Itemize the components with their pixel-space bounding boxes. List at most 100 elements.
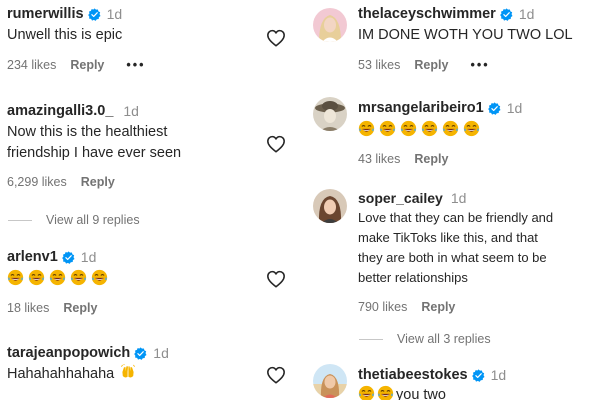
reply-button[interactable]: Reply <box>70 58 104 72</box>
comment-text-line: better relationships <box>358 270 468 285</box>
comment-username[interactable]: thelaceyschwimmer <box>358 6 496 22</box>
avatar[interactable] <box>313 189 347 223</box>
comment-username[interactable]: arlenv1 <box>7 249 58 265</box>
right-comment-column: thelaceyschwimmer 1d IM DONE WOTH YOU TW… <box>300 0 600 400</box>
comment-meta: 234 likes Reply ••• <box>7 58 146 72</box>
avatar[interactable] <box>313 364 347 398</box>
comment-timestamp: 1d <box>506 100 523 116</box>
comment-username[interactable]: amazingalli3.0_ <box>7 103 113 119</box>
avatar-soper_cailey-icon <box>313 189 347 223</box>
reply-button[interactable]: Reply <box>414 58 448 72</box>
comment-username[interactable]: soper_cailey <box>358 190 443 206</box>
view-replies-label: View all 9 replies <box>46 213 140 227</box>
comment-header: mrsangelaribeiro1 1d <box>358 100 522 116</box>
comment-amazingalli: amazingalli3.0_ 1d Now this is the healt… <box>7 103 181 189</box>
comment-thetiabeestokes: thetiabeestokes 1d you two <box>358 367 506 400</box>
comment-header: tarajeanpopowich 1d <box>7 345 169 361</box>
comment-likes[interactable]: 53 likes <box>358 58 400 72</box>
comment-likes[interactable]: 18 likes <box>7 301 49 315</box>
heart-icon[interactable] <box>266 135 286 153</box>
comment-header: thelaceyschwimmer 1d <box>358 6 573 22</box>
comment-timestamp: 1d <box>80 249 97 265</box>
laughing-emoji-icon <box>70 269 87 286</box>
reply-button[interactable]: Reply <box>63 301 97 315</box>
comment-mrsangelaribeiro1: mrsangelaribeiro1 1d 43 likes Reply <box>358 100 522 166</box>
comment-username[interactable]: mrsangelaribeiro1 <box>358 100 484 116</box>
comment-likes[interactable]: 6,299 likes <box>7 175 67 189</box>
more-options-icon[interactable]: ••• <box>470 58 489 72</box>
comment-thelaceyschwimmer: thelaceyschwimmer 1d IM DONE WOTH YOU TW… <box>358 6 573 72</box>
comment-text-line: friendship I have ever seen <box>7 145 182 161</box>
avatar[interactable] <box>313 8 347 42</box>
comment-meta: 53 likes Reply ••• <box>358 58 573 72</box>
laughing-emoji-icon <box>421 120 438 137</box>
verified-badge-icon <box>488 102 501 115</box>
comment-timestamp: 1d <box>450 190 467 206</box>
reply-button[interactable]: Reply <box>414 152 448 166</box>
verified-badge-icon <box>62 251 75 264</box>
comment-timestamp: 1d <box>123 103 139 119</box>
reply-thread-line <box>8 219 32 221</box>
avatar-thetiabeestokes-icon <box>313 364 347 398</box>
comment-emoji-row <box>7 269 119 289</box>
laughing-emoji-icon <box>379 120 396 137</box>
comment-rumerwillis: rumerwillis 1d Unwell this is epic 234 l… <box>7 6 146 72</box>
comment-text: Unwell this is epic <box>7 27 123 43</box>
comment-meta: 43 likes Reply <box>358 152 522 166</box>
comment-header: soper_cailey 1d <box>358 190 553 206</box>
raised-hands-emoji-icon <box>120 364 136 380</box>
view-replies-button[interactable]: View all 9 replies <box>8 213 140 227</box>
comment-header: amazingalli3.0_ 1d <box>7 103 181 119</box>
comment-text-line: make TikToks like this, and that <box>358 230 538 245</box>
verified-badge-icon <box>134 347 147 360</box>
left-comment-column: rumerwillis 1d Unwell this is epic 234 l… <box>0 0 300 400</box>
reply-button[interactable]: Reply <box>81 175 115 189</box>
heart-icon[interactable] <box>266 270 286 288</box>
more-options-icon[interactable]: ••• <box>126 58 145 72</box>
comment-text-line: they are both in what seem to be <box>358 250 547 265</box>
reply-button[interactable]: Reply <box>421 300 455 314</box>
comment-text: IM DONE WOTH YOU TWO LOL <box>358 27 573 43</box>
comment-header: arlenv1 1d <box>7 249 119 265</box>
comment-meta: 18 likes Reply <box>7 301 119 315</box>
comment-likes[interactable]: 790 likes <box>358 300 407 314</box>
comment-text: Hahahahhahaha <box>7 366 115 382</box>
comment-username[interactable]: rumerwillis <box>7 6 84 22</box>
comment-username[interactable]: thetiabeestokes <box>358 367 468 383</box>
laughing-emoji-icon <box>49 269 66 286</box>
heart-icon[interactable] <box>266 29 286 47</box>
avatar[interactable] <box>313 97 347 131</box>
comment-tarajeanpopowich: tarajeanpopowich 1d Hahahahhahaha <box>7 345 169 384</box>
comment-username[interactable]: tarajeanpopowich <box>7 345 130 361</box>
avatar-mrsangelaribeiro1-icon <box>313 97 347 131</box>
laughing-emoji-icon <box>28 269 45 286</box>
comment-meta: 6,299 likes Reply <box>7 175 181 189</box>
avatar-thelaceyschwimmer-icon <box>313 8 347 42</box>
comment-text-row: Hahahahhahaha <box>7 364 169 384</box>
comment-likes[interactable]: 234 likes <box>7 58 56 72</box>
comment-header: rumerwillis 1d <box>7 6 146 22</box>
laughing-emoji-icon <box>7 269 24 286</box>
comment-text: you two <box>396 387 446 400</box>
verified-badge-icon <box>500 8 513 21</box>
verified-badge-icon <box>88 8 101 21</box>
verified-badge-icon <box>472 369 485 382</box>
comment-emoji-row <box>358 120 522 140</box>
comment-timestamp: 1d <box>518 6 535 22</box>
comment-text-line: Love that they can be friendly and <box>358 210 554 225</box>
comment-timestamp: 1d <box>153 345 169 361</box>
comment-likes[interactable]: 43 likes <box>358 152 400 166</box>
comment-text-line: Now this is the healthiest <box>7 124 168 140</box>
laughing-emoji-icon <box>463 120 480 137</box>
view-replies-button[interactable]: View all 3 replies <box>359 332 491 346</box>
comment-header: thetiabeestokes 1d <box>358 367 506 383</box>
comment-meta: 790 likes Reply <box>358 300 553 314</box>
laughing-emoji-icon <box>442 120 459 137</box>
heart-icon[interactable] <box>266 366 286 384</box>
comment-arlenv1: arlenv1 1d 18 likes Reply <box>7 249 119 315</box>
laughing-emoji-icon <box>377 385 394 400</box>
laughing-emoji-icon <box>91 269 108 286</box>
laughing-emoji-icon <box>400 120 417 137</box>
view-replies-label: View all 3 replies <box>397 332 491 346</box>
comment-timestamp: 1d <box>106 6 123 22</box>
